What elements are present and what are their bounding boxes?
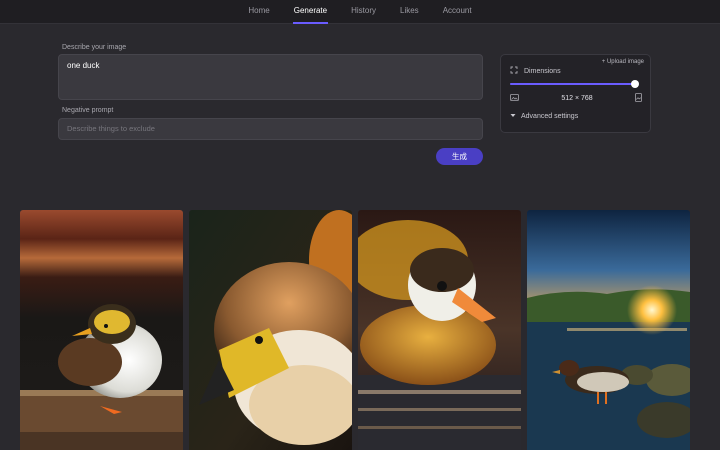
upload-image-button[interactable]: + Upload image xyxy=(602,59,644,65)
duck-image xyxy=(189,210,352,450)
negative-prompt-label: Negative prompt xyxy=(62,107,114,114)
slider-fill xyxy=(510,83,636,85)
landscape-image-icon[interactable] xyxy=(510,94,519,103)
settings-panel: + Upload image Dimensions 512 × 768 Adva… xyxy=(500,54,651,133)
duck-image xyxy=(358,210,521,450)
nav-home[interactable]: Home xyxy=(236,0,281,24)
advanced-settings-label: Advanced settings xyxy=(521,113,579,120)
image-gallery xyxy=(20,210,690,450)
nav-likes[interactable]: Likes xyxy=(388,0,431,24)
nav-account[interactable]: Account xyxy=(431,0,484,24)
caret-down-icon xyxy=(510,113,516,120)
portrait-image-icon[interactable] xyxy=(635,93,642,104)
generated-image-2[interactable] xyxy=(189,210,352,450)
nav-history[interactable]: History xyxy=(339,0,388,24)
generated-image-3[interactable] xyxy=(358,210,521,450)
duck-image xyxy=(527,210,690,450)
advanced-settings-toggle[interactable]: Advanced settings xyxy=(510,113,578,120)
dimensions-label: Dimensions xyxy=(524,67,561,75)
negative-prompt-input[interactable]: Describe things to exclude xyxy=(58,118,483,140)
duck-image xyxy=(20,210,183,450)
size-row: 512 × 768 xyxy=(510,93,642,104)
prompt-label: Describe your image xyxy=(62,44,127,51)
crop-icon xyxy=(510,66,518,76)
dimensions-row: Dimensions xyxy=(510,66,561,76)
nav-generate[interactable]: Generate xyxy=(282,0,339,24)
top-navigation: Home Generate History Likes Account xyxy=(0,0,720,24)
generate-button[interactable]: 生成 xyxy=(436,148,483,165)
generated-image-1[interactable] xyxy=(20,210,183,450)
dimension-slider[interactable] xyxy=(510,80,640,88)
prompt-input[interactable]: one duck xyxy=(58,54,483,100)
size-value: 512 × 768 xyxy=(561,95,593,102)
slider-thumb[interactable] xyxy=(631,80,640,88)
generated-image-4[interactable] xyxy=(527,210,690,450)
